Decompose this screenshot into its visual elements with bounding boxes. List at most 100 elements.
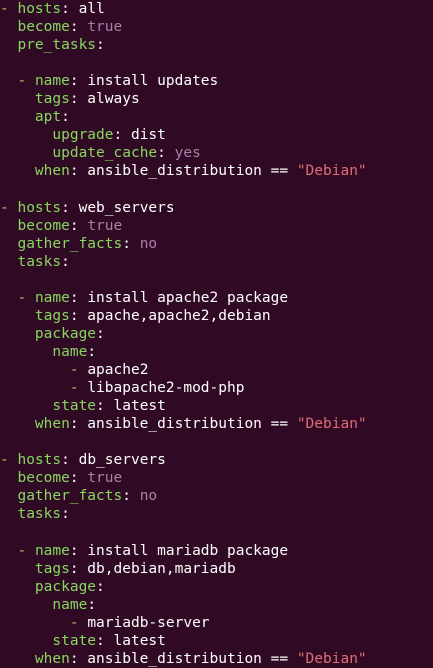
token-key: when: [34, 416, 70, 433]
token-bool: true: [87, 19, 123, 36]
token-plain: :: [122, 488, 140, 505]
token-key: tasks: [17, 506, 62, 523]
token-key: tags: [34, 91, 70, 108]
code-line: package:: [0, 578, 105, 596]
token-key: upgrade: [52, 127, 114, 144]
code-line: - hosts: db_servers: [0, 451, 166, 469]
token-dash: -: [0, 452, 18, 469]
code-line: state: latest: [0, 397, 166, 415]
token-dash: -: [69, 362, 88, 378]
token-dash: -: [0, 199, 18, 216]
token-plain: : latest: [96, 398, 166, 415]
token-key: package: [34, 325, 97, 342]
token-plain: : latest: [96, 632, 166, 649]
code-line: become: true: [0, 469, 122, 487]
code-line: package:: [0, 325, 105, 343]
token-key: tags: [34, 560, 70, 577]
token-key: update_cache: [52, 145, 158, 162]
token-plain: : db,debian,mariadb: [69, 560, 236, 577]
code-line: apt:: [0, 108, 70, 126]
token-key: name: [52, 343, 88, 360]
token-key: tasks: [17, 253, 62, 270]
code-line: when: ansible_distribution == "Debian": [0, 650, 367, 668]
code-line: - name: install updates: [0, 72, 218, 90]
token-plain: :: [96, 578, 105, 595]
token-key: name: [52, 596, 88, 613]
token-key: tags: [34, 307, 70, 324]
token-bool: true: [87, 470, 123, 487]
token-bool: true: [87, 217, 123, 234]
code-line: update_cache: yes: [0, 144, 200, 162]
token-plain: :: [69, 217, 88, 234]
token-plain: :: [96, 37, 105, 54]
token-plain: : dist: [113, 127, 166, 144]
token-plain: apache2: [87, 362, 149, 378]
token-key: when: [34, 163, 70, 180]
token-key: hosts: [17, 199, 62, 216]
code-line: become: true: [0, 18, 122, 36]
code-line: upgrade: dist: [0, 126, 166, 144]
token-plain: :: [61, 253, 70, 270]
token-dash: -: [0, 1, 18, 17]
code-line: when: ansible_distribution == "Debian": [0, 162, 367, 180]
code-line: tasks:: [0, 253, 70, 271]
token-plain: : ansible_distribution ==: [69, 650, 297, 667]
token-plain: : install mariadb package: [69, 542, 289, 559]
token-dash: -: [69, 380, 88, 397]
token-key: gather_facts: [17, 235, 123, 252]
token-plain: :: [157, 145, 175, 162]
yaml-editor[interactable]: - hosts: all become: true pre_tasks: - n…: [0, 0, 433, 668]
token-dash: -: [17, 73, 35, 90]
token-plain: :: [87, 343, 97, 360]
code-line: gather_facts: no: [0, 487, 157, 505]
token-plain: :: [69, 19, 88, 36]
token-str: "Debian": [296, 163, 367, 180]
token-key: apt: [34, 109, 62, 126]
code-line: name:: [0, 343, 96, 361]
token-plain: libapache2-mod-php: [87, 380, 245, 397]
token-plain: : ansible_distribution ==: [69, 416, 297, 433]
token-dash: -: [17, 289, 35, 306]
token-key: pre_tasks: [17, 37, 97, 54]
token-plain: :: [61, 506, 70, 523]
token-plain: : db_servers: [61, 452, 166, 469]
token-plain: : install updates: [69, 73, 219, 90]
token-key: state: [52, 632, 97, 649]
token-dash: -: [69, 614, 88, 631]
token-key: gather_facts: [17, 488, 123, 505]
token-plain: :: [69, 470, 88, 487]
token-plain: : always: [69, 91, 140, 108]
token-key: when: [34, 650, 70, 667]
token-key: hosts: [17, 1, 62, 17]
token-plain: : ansible_distribution ==: [69, 163, 297, 180]
token-plain: :: [87, 596, 97, 613]
token-plain: :: [96, 325, 105, 342]
code-line: name:: [0, 596, 96, 614]
token-key: become: [17, 470, 70, 487]
token-dash: -: [17, 542, 35, 559]
token-plain: : apache,apache2,debian: [69, 307, 271, 324]
code-line: - hosts: web_servers: [0, 199, 175, 217]
token-str: "Debian": [296, 650, 367, 667]
token-key: hosts: [17, 452, 62, 469]
token-str: "Debian": [296, 416, 367, 433]
